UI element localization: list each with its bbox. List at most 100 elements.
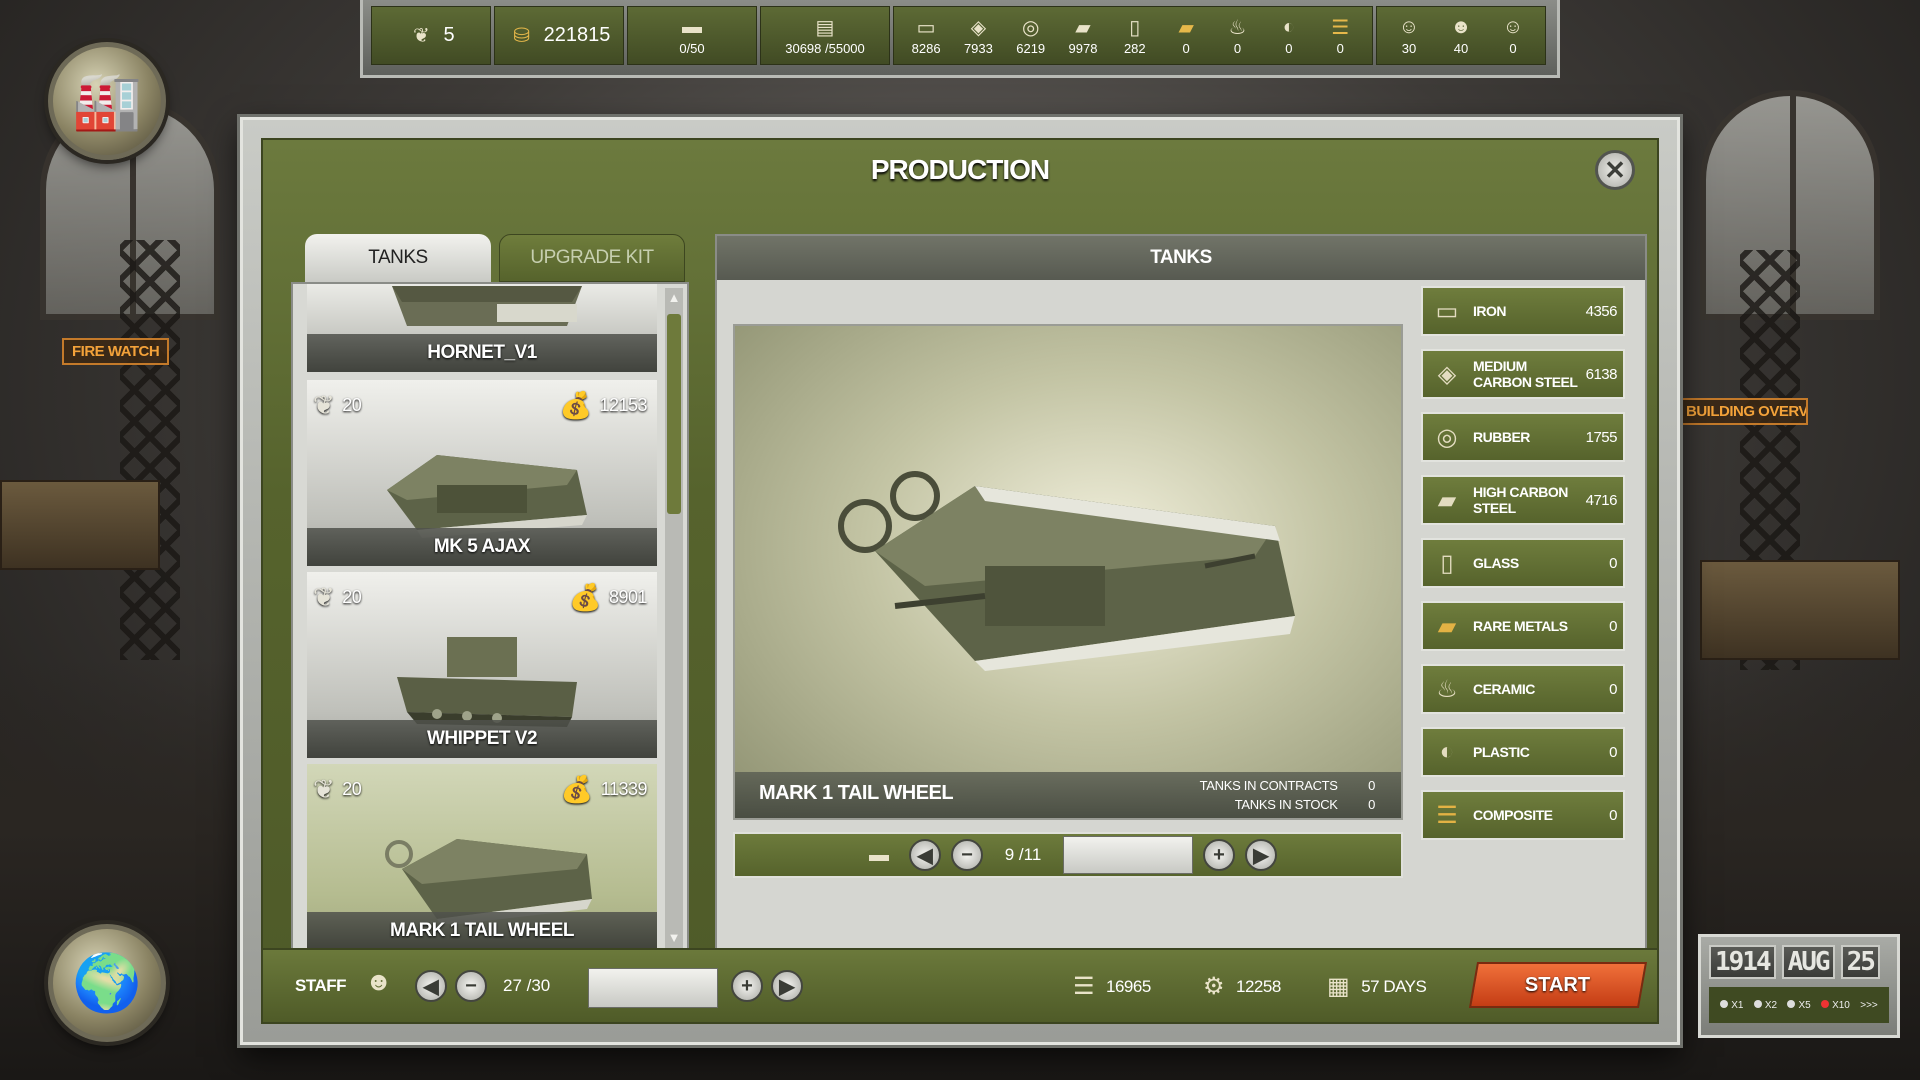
close-icon: ✕	[1604, 154, 1626, 185]
resource-iron: ▭ IRON 4356	[1421, 286, 1625, 336]
material-composite-counter[interactable]: ☰ 0	[1326, 15, 1354, 57]
materials-icon: ☰	[1073, 973, 1095, 1000]
start-button[interactable]: START	[1468, 962, 1648, 1008]
resource-glass: ▯ GLASS 0	[1421, 538, 1625, 588]
staff-next-button[interactable]: ▶	[771, 970, 803, 1002]
tab-tanks[interactable]: TANKS	[305, 234, 491, 282]
medium-carbon-steel-icon: ◈	[970, 16, 987, 39]
staff-field[interactable]	[588, 968, 718, 1008]
storage-icon: ▤	[815, 16, 835, 39]
list-item[interactable]: ❦ 20 💰 8901 WHIPPET V2	[307, 572, 657, 758]
plastic-icon: ◐	[1282, 15, 1295, 38]
composite-icon: ☰	[1331, 16, 1350, 39]
speed-x10-button[interactable]: X10	[1821, 999, 1850, 1011]
tank-selector: ▬ ◀ − 9 /11 + ▶	[733, 832, 1403, 878]
background-truss	[120, 240, 180, 660]
rare-metals-icon: ▰	[1178, 16, 1194, 39]
world-map-button[interactable]: 🌍	[48, 924, 166, 1042]
game-calendar: 1914 AUG 25 X1 X2 X5 X10 >>>	[1698, 934, 1900, 1038]
tank-preview: MARK 1 TAIL WHEEL TANKS IN CONTRACTS 0 T…	[733, 324, 1403, 820]
glass-icon: ▯	[1129, 16, 1141, 39]
dialog-body: PRODUCTION ✕ TANKS UPGRADE KIT HORNET_V1…	[261, 138, 1659, 1024]
resource-high-carbon-steel: ▰ HIGH CARBON STEEL 4716	[1421, 475, 1625, 525]
previous-tank-button[interactable]: ◀	[909, 839, 941, 871]
list-item-label: MK 5 AJAX	[307, 528, 657, 566]
soldier-icon: ☺	[1502, 15, 1524, 38]
material-rubber-counter[interactable]: ◎ 6219	[1016, 15, 1045, 57]
tank-cost: 💰 11339	[560, 774, 648, 804]
gear-icon: ⚙	[1203, 973, 1225, 1000]
plus-icon: +	[741, 974, 753, 997]
fire-watch-label[interactable]: FIRE WATCH	[62, 338, 170, 365]
staff-increase-button[interactable]: +	[731, 970, 763, 1002]
staff-previous-button[interactable]: ◀	[415, 970, 447, 1002]
tank-cost: 💰 12153	[559, 390, 648, 420]
factory-button[interactable]: 🏭	[48, 42, 166, 160]
speed-fast-button[interactable]: >>>	[1860, 1000, 1878, 1011]
list-scrollbar[interactable]: ▲ ▼	[665, 288, 683, 948]
next-tank-button[interactable]: ▶	[1245, 839, 1277, 871]
decrease-button[interactable]: −	[951, 839, 983, 871]
speed-x5-button[interactable]: X5	[1787, 999, 1811, 1011]
speed-x1-button[interactable]: X1	[1720, 999, 1743, 1011]
scroll-up-icon[interactable]: ▲	[665, 288, 683, 308]
high-carbon-steel-icon: ▰	[1437, 486, 1457, 514]
background-crate	[0, 480, 160, 570]
calendar-day: 25	[1840, 945, 1880, 979]
material-hc-steel-counter[interactable]: ▰ 9978	[1069, 15, 1098, 57]
calendar-year: 1914	[1709, 945, 1776, 979]
material-rare-metals-counter[interactable]: ▰ 0	[1172, 15, 1200, 57]
laurel-icon: ❦	[313, 774, 335, 804]
material-glass-counter[interactable]: ▯ 282	[1121, 15, 1149, 57]
factory-icon: 🏭	[72, 69, 142, 132]
tank-image	[387, 455, 587, 538]
material-ceramic-counter[interactable]: ♨ 0	[1224, 15, 1252, 57]
staff-workers-counter[interactable]: ☻ 40	[1447, 15, 1475, 57]
preview-info-bar: MARK 1 TAIL WHEEL TANKS IN CONTRACTS 0 T…	[735, 772, 1401, 818]
game-speed-controls: X1 X2 X5 X10 >>>	[1709, 987, 1889, 1023]
staff-decrease-button[interactable]: −	[455, 970, 487, 1002]
resource-plastic: ◐ PLASTIC 0	[1421, 727, 1625, 777]
laurel-icon: ❦	[413, 25, 430, 47]
material-plastic-counter[interactable]: ◐ 0	[1275, 15, 1303, 57]
tank-image	[397, 637, 577, 727]
tank-list[interactable]: HORNET_V1 ❦ 20 💰 12153 MK 5 AJAX ❦ 20 💰 8901	[291, 282, 689, 954]
resource-rubber: ◎ RUBBER 1755	[1421, 412, 1625, 462]
staff-engineers-counter[interactable]: ☺ 30	[1395, 15, 1423, 57]
storage-group: ▤ 30698 /55000	[760, 6, 890, 65]
staff-label: STAFF	[295, 976, 347, 995]
building-overview-label[interactable]: BUILDING OVERVIEW	[1676, 398, 1808, 425]
preview-tank-name: MARK 1 TAIL WHEEL	[759, 782, 954, 804]
resource-ceramic: ♨ CERAMIC 0	[1421, 664, 1625, 714]
background-crate	[1700, 560, 1900, 660]
close-button[interactable]: ✕	[1595, 150, 1635, 190]
rank-counter[interactable]: ❦ 5	[407, 24, 455, 48]
ceramic-icon: ♨	[1436, 675, 1458, 703]
materials-total: ☰ 16965	[1073, 973, 1151, 1000]
money-counter[interactable]: ⛁ 221815	[508, 24, 610, 48]
globe-icon: 🌍	[72, 951, 142, 1014]
laurel-icon: ❦	[313, 390, 335, 420]
minus-icon: −	[961, 843, 973, 866]
tank-capacity-counter[interactable]: ▬ 0/50	[678, 15, 706, 57]
quantity-field[interactable]	[1063, 836, 1193, 874]
scroll-down-icon[interactable]: ▼	[665, 928, 683, 948]
contracts-row: TANKS IN CONTRACTS 0	[1199, 778, 1376, 793]
arrow-right-icon: ▶	[1253, 844, 1269, 867]
storage-counter[interactable]: ▤ 30698 /55000	[785, 15, 865, 57]
material-steel-counter[interactable]: ◈ 7933	[964, 15, 993, 57]
glass-icon: ▯	[1440, 549, 1454, 577]
material-iron-counter[interactable]: ▭ 8286	[912, 15, 941, 57]
arrow-right-icon: ▶	[779, 975, 795, 998]
increase-button[interactable]: +	[1203, 839, 1235, 871]
speed-x2-button[interactable]: X2	[1753, 999, 1777, 1011]
money-bag-icon: 💰	[559, 390, 592, 420]
money-group: ⛁ 221815	[494, 6, 624, 65]
staff-soldiers-counter[interactable]: ☺ 0	[1499, 15, 1527, 57]
list-item-selected[interactable]: ❦ 20 💰 11339 MARK 1 TAIL WHEEL	[307, 764, 657, 950]
scroll-thumb[interactable]	[667, 314, 681, 514]
list-item[interactable]: HORNET_V1	[307, 284, 657, 372]
date-display: 1914 AUG 25	[1709, 945, 1889, 979]
tab-upgrade-kit[interactable]: UPGRADE KIT	[499, 234, 685, 282]
list-item[interactable]: ❦ 20 💰 12153 MK 5 AJAX	[307, 380, 657, 566]
